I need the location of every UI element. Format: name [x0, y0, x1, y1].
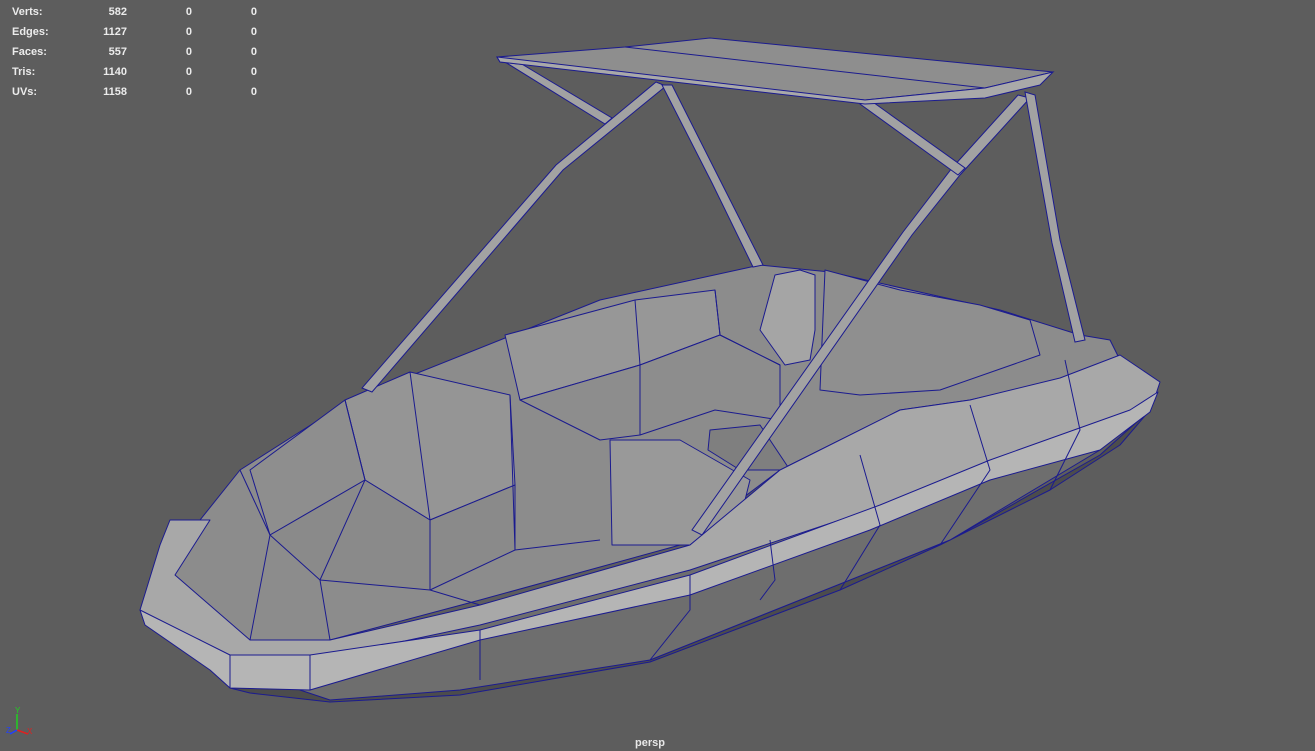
stat-row-uvs: UVs: 1158 0 0 [12, 82, 257, 102]
stat-value: 0 [185, 46, 192, 58]
stat-row-faces: Faces: 557 0 0 [12, 42, 257, 62]
stat-label: Faces: [12, 46, 47, 58]
stat-row-tris: Tris: 1140 0 0 [12, 62, 257, 82]
camera-label: persp [635, 737, 665, 749]
stat-value: 557 [108, 46, 127, 58]
stat-value: 0 [185, 86, 192, 98]
stat-value: 1127 [103, 26, 127, 38]
view-axis-icon: Y X Z [6, 706, 33, 736]
stat-value: 1140 [103, 66, 127, 78]
stat-value: 0 [250, 26, 257, 38]
stat-row-edges: Edges: 1127 0 0 [12, 22, 257, 42]
stat-label: Tris: [12, 66, 36, 78]
boat-mesh[interactable] [139, 264, 1161, 703]
stat-value: 1158 [103, 86, 127, 98]
stat-value: 582 [108, 6, 127, 18]
pole-back-right [1024, 91, 1086, 343]
stat-value: 0 [185, 66, 192, 78]
stat-value: 0 [250, 66, 257, 78]
stat-value: 0 [250, 86, 257, 98]
heads-up-poly-count: Verts: 582 0 0 Edges: 1127 0 0 Faces: 557 0 0 Tri… [12, 2, 257, 102]
axis-z-label: Z [6, 726, 11, 735]
stat-label: UVs: [12, 86, 38, 98]
strut-right [858, 99, 966, 176]
stat-value: 0 [250, 6, 257, 18]
axis-y-label: Y [15, 706, 21, 715]
axis-x-label: X [27, 727, 33, 736]
stat-value: 0 [185, 6, 192, 18]
stat-label: Edges: [12, 26, 49, 38]
stat-value: 0 [185, 26, 192, 38]
stat-label: Verts: [12, 6, 43, 18]
viewport-3d[interactable] [0, 0, 1315, 751]
stat-value: 0 [250, 46, 257, 58]
stat-row-verts: Verts: 582 0 0 [12, 2, 257, 22]
pole-back-left [661, 84, 764, 268]
